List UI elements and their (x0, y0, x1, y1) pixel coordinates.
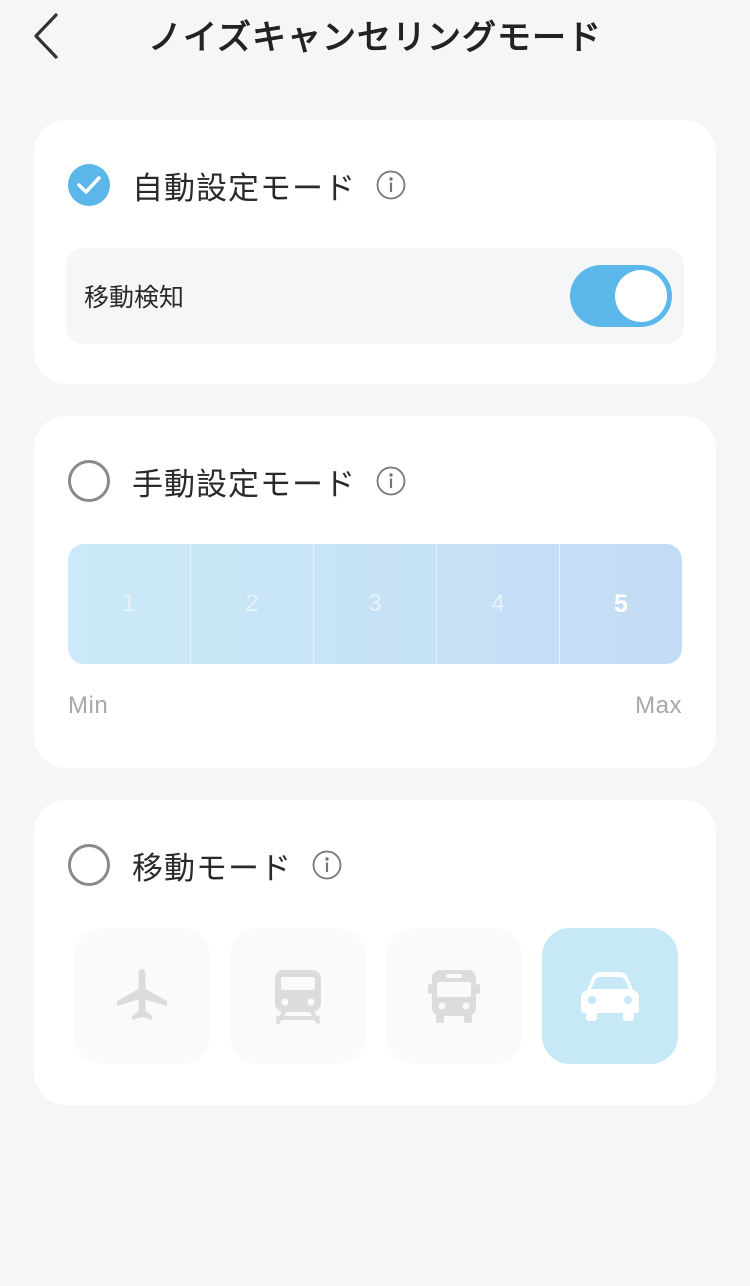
vehicle-selector (74, 928, 678, 1064)
auto-mode-option[interactable]: 自動設定モード (68, 162, 406, 208)
level-1[interactable]: 1 (68, 544, 191, 664)
level-3[interactable]: 3 (314, 544, 437, 664)
page-title: ノイズキャンセリングモード (148, 18, 602, 58)
travel-mode-label: 移動モード (132, 850, 292, 887)
travel-mode-option[interactable]: 移動モード (68, 842, 342, 888)
bus-button[interactable] (386, 928, 522, 1064)
toggle-knob (615, 270, 667, 322)
auto-mode-label: 自動設定モード (132, 170, 356, 207)
airplane-icon (117, 969, 167, 1020)
level-5[interactable]: 5 (560, 544, 682, 664)
noise-level-selector: 1 2 3 4 5 (68, 544, 682, 664)
manual-mode-card: 手動設定モード 1 2 3 4 5 Min Max (34, 416, 716, 768)
level-2[interactable]: 2 (191, 544, 314, 664)
manual-mode-radio[interactable] (68, 460, 110, 502)
info-icon[interactable] (312, 850, 342, 880)
motion-detection-label: 移動検知 (84, 283, 185, 312)
bus-icon (428, 970, 480, 1023)
level-4[interactable]: 4 (437, 544, 560, 664)
info-icon[interactable] (376, 466, 406, 496)
train-icon (275, 970, 321, 1024)
manual-mode-label: 手動設定モード (132, 466, 356, 503)
car-icon (581, 972, 639, 1021)
min-label: Min (68, 692, 109, 719)
motion-detection-toggle[interactable] (570, 265, 672, 327)
airplane-button[interactable] (74, 928, 210, 1064)
motion-detection-row: 移動検知 (66, 248, 684, 344)
train-button[interactable] (230, 928, 366, 1064)
check-icon (77, 176, 101, 194)
travel-mode-card: 移動モード (34, 800, 716, 1105)
header: ノイズキャンセリングモード (0, 0, 750, 80)
travel-mode-radio[interactable] (68, 844, 110, 886)
manual-mode-option[interactable]: 手動設定モード (68, 458, 406, 504)
auto-mode-radio[interactable] (68, 164, 110, 206)
auto-mode-card: 自動設定モード 移動検知 (34, 120, 716, 384)
car-button[interactable] (542, 928, 678, 1064)
info-icon[interactable] (376, 170, 406, 200)
max-label: Max (635, 692, 682, 719)
